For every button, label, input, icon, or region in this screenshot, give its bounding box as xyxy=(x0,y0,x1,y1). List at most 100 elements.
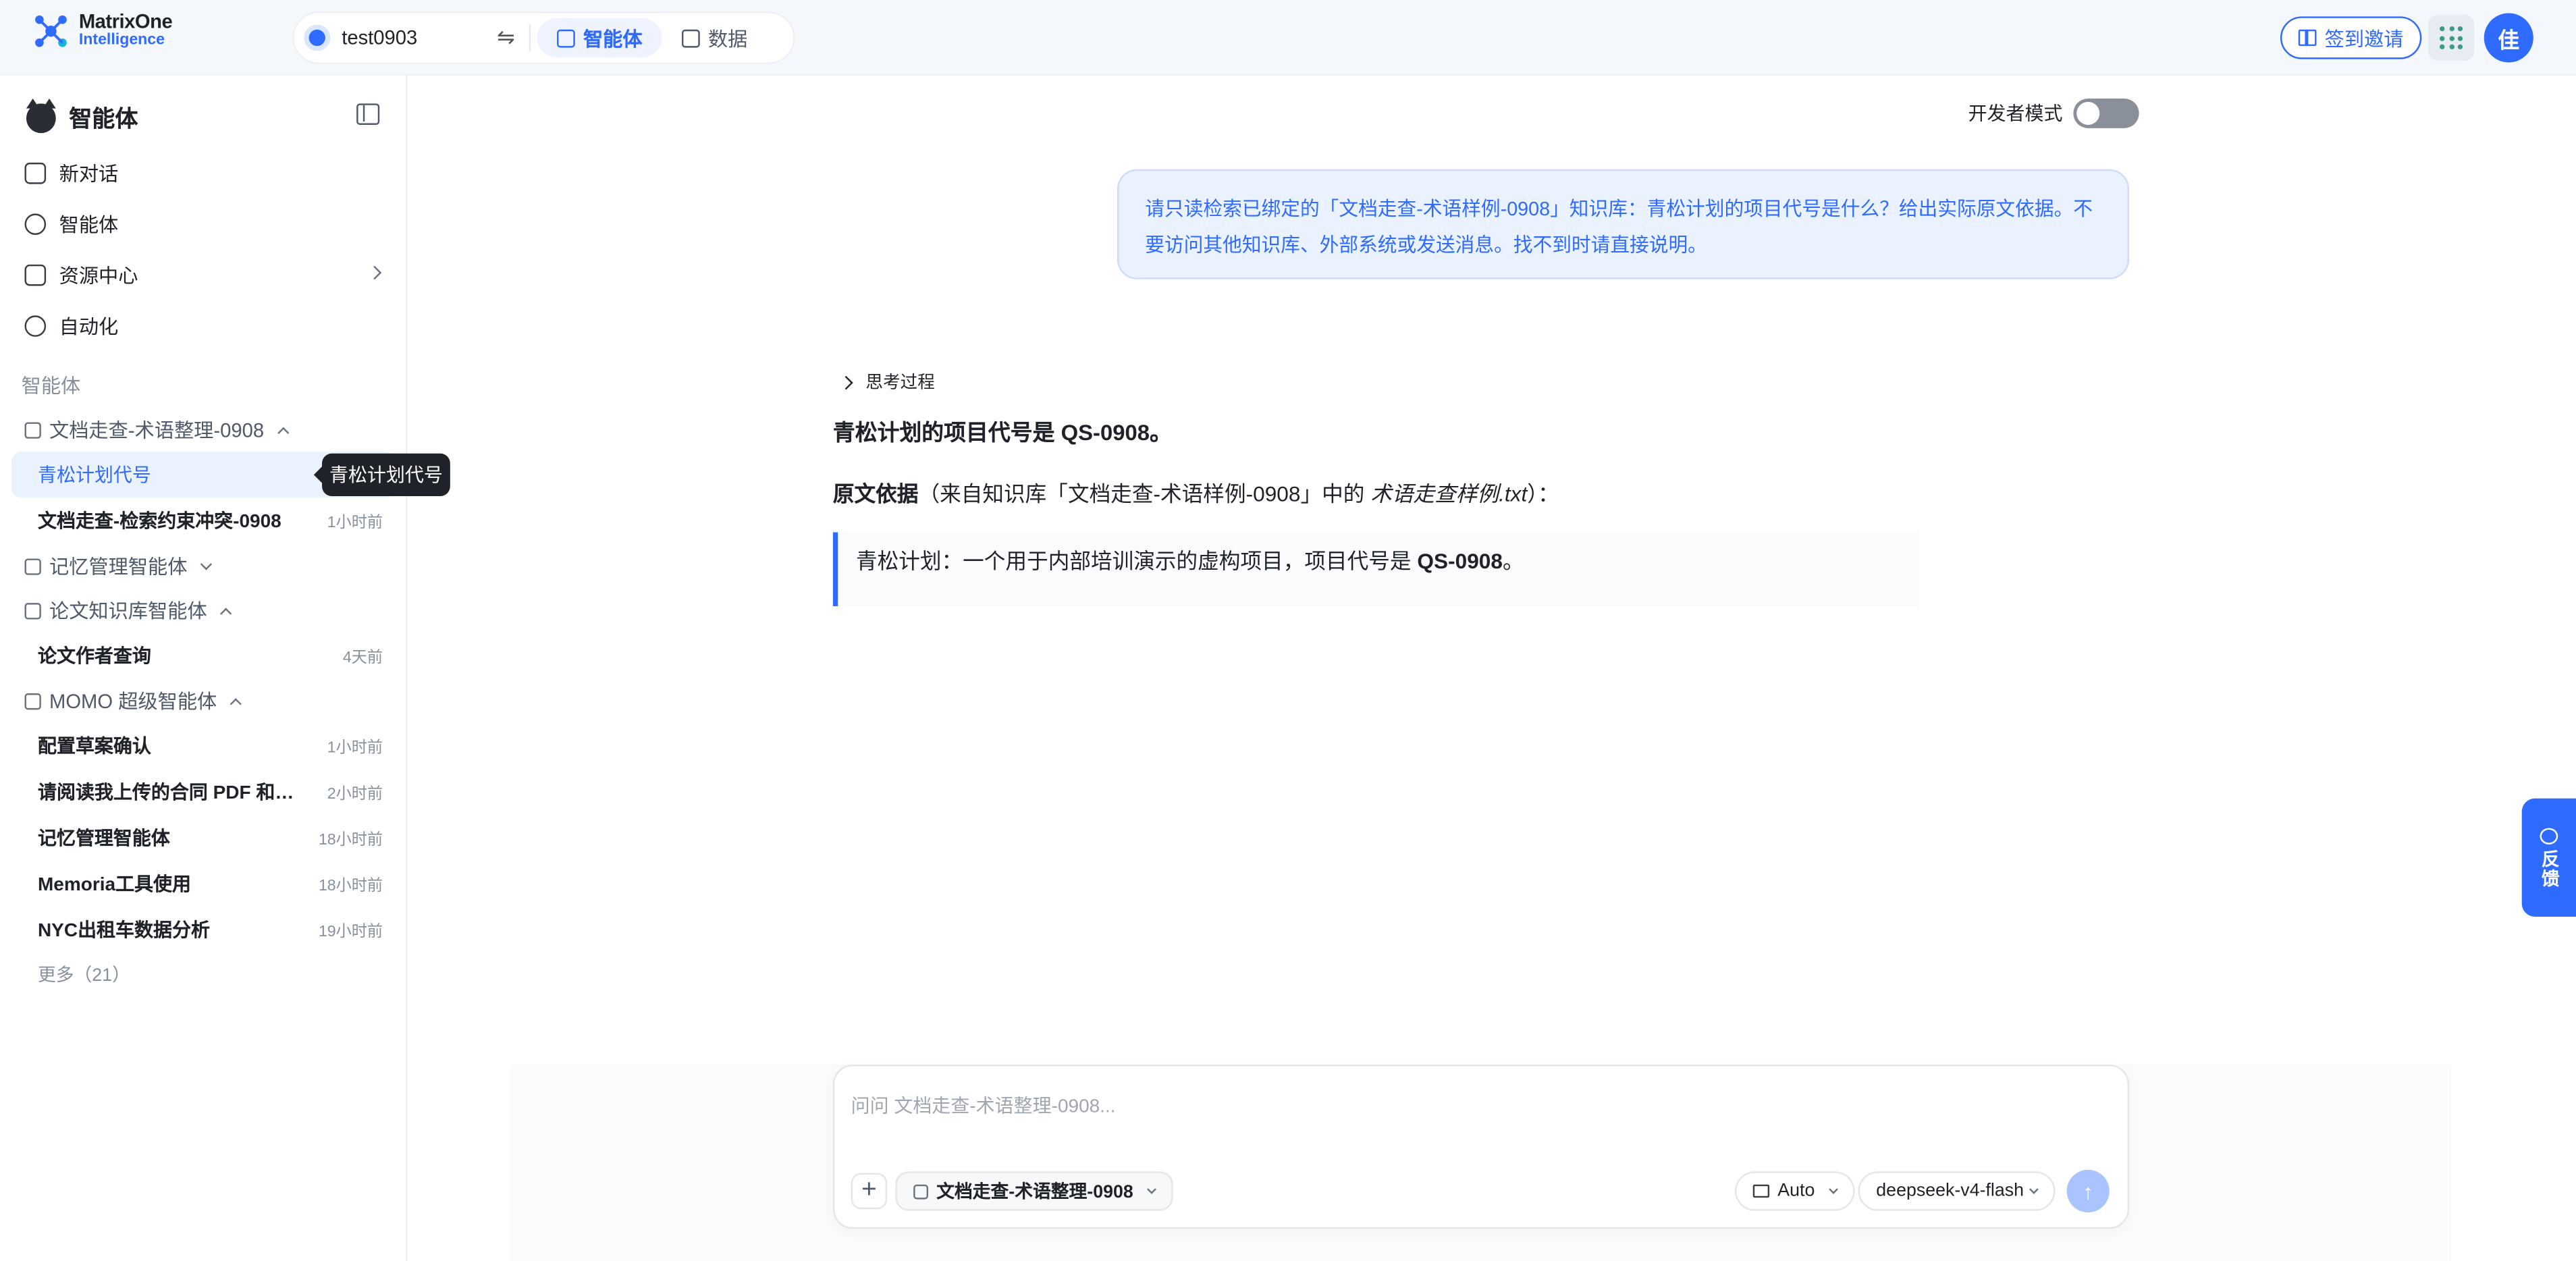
apps-grid-button[interactable] xyxy=(2428,14,2475,61)
thinking-label: 思考过程 xyxy=(865,373,935,393)
logo-text-primary: MatrixOne xyxy=(78,9,173,33)
workspace-switcher: test0903 ⇋ 智能体 数据 xyxy=(292,11,795,64)
chat-bubble-icon xyxy=(2540,827,2558,844)
data-icon xyxy=(682,28,700,47)
developer-mode-label: 开发者模式 xyxy=(1968,105,2063,125)
divider xyxy=(529,24,531,51)
sidebar-item-label: 智能体 xyxy=(59,213,119,237)
conversation-item[interactable]: 配置草案确认 1小时前 xyxy=(0,723,408,769)
sidebar-item-resources[interactable]: 资源中心 xyxy=(0,250,408,300)
agent-group[interactable]: 论文知识库智能体 xyxy=(0,588,408,633)
swap-icon[interactable]: ⇋ xyxy=(489,25,522,51)
developer-mode-toggle[interactable] xyxy=(2072,99,2139,128)
workspace-status-dot xyxy=(308,29,325,47)
logo-text-secondary: Intelligence xyxy=(78,31,165,50)
feedback-button[interactable]: 反馈 xyxy=(2521,798,2576,917)
apps-dot xyxy=(2448,35,2454,41)
chevron-up-icon xyxy=(277,426,289,438)
sidebar-item-agents[interactable]: 智能体 xyxy=(0,198,408,249)
conversation-time: 1小时前 xyxy=(327,739,383,757)
apps-dot xyxy=(2440,44,2445,50)
workspace-name[interactable]: test0903 xyxy=(342,26,489,49)
apps-dot xyxy=(2440,26,2445,32)
apps-dot xyxy=(2457,35,2463,41)
mode-selector[interactable]: Auto xyxy=(1734,1171,1854,1211)
answer-headline: 青松计划的项目代号是 QS-0908。 xyxy=(832,421,1172,446)
send-button[interactable]: ↑ xyxy=(2066,1169,2110,1213)
source-label: 原文依据 xyxy=(832,481,919,506)
conversation-title: 论文作者查询 xyxy=(37,647,151,668)
agent-mascot-icon xyxy=(26,99,56,134)
agent-group[interactable]: 记忆管理智能体 xyxy=(0,544,408,589)
agent-group[interactable]: MOMO 超级智能体 xyxy=(0,678,408,723)
tab-data-label: 数据 xyxy=(707,27,748,51)
agent-group[interactable]: 文档走查-术语整理-0908 xyxy=(0,408,408,452)
conversation-item[interactable]: 记忆管理智能体 18小时前 xyxy=(0,815,408,861)
chevron-down-icon xyxy=(2029,1185,2039,1194)
sidebar-title: 智能体 xyxy=(69,105,138,132)
apps-dot xyxy=(2457,26,2463,32)
sidebar-collapse-icon[interactable] xyxy=(356,103,380,125)
apps-dot xyxy=(2457,44,2463,50)
agent-group-name: MOMO 超级智能体 xyxy=(49,690,217,714)
top-bar: MatrixOne Intelligence test0903 ⇋ 智能体 数据… xyxy=(0,0,2576,76)
conversation-title: 文档走查-检索约束冲突-0908 xyxy=(37,512,281,533)
conversation-item[interactable]: 文档走查-检索约束冲突-0908 1小时前 xyxy=(0,498,408,543)
source-prefix: （来自知识库「文档走查-术语样例-0908」中的 xyxy=(918,481,1371,506)
invite-button[interactable]: 签到邀请 xyxy=(2280,16,2422,59)
message-input[interactable]: 问问 文档走查-术语整理-0908... xyxy=(851,1092,1116,1119)
logo[interactable]: MatrixOne Intelligence xyxy=(33,9,173,50)
tab-data[interactable]: 数据 xyxy=(662,18,768,57)
logo-icon xyxy=(35,15,67,47)
robot-icon xyxy=(24,213,47,236)
model-selector[interactable]: deepseek-v4-flash xyxy=(1858,1171,2056,1211)
model-selector-label: deepseek-v4-flash xyxy=(1876,1181,2024,1202)
user-message: 请只读检索已绑定的「文档走查-术语样例-0908」知识库：青松计划的项目代号是什… xyxy=(1117,169,2130,279)
agent-group-name: 记忆管理智能体 xyxy=(49,555,188,579)
sidebar-item-new-chat[interactable]: 新对话 xyxy=(0,148,408,198)
conversation-item[interactable]: NYC出租车数据分析 19小时前 xyxy=(0,907,408,953)
sidebar-item-label: 新对话 xyxy=(59,162,119,186)
gift-icon xyxy=(2298,29,2317,47)
tab-agents-label: 智能体 xyxy=(583,27,643,51)
agent-icon xyxy=(24,558,41,574)
agent-icon xyxy=(557,28,575,47)
agent-icon xyxy=(24,692,41,709)
conversation-time: 18小时前 xyxy=(318,831,383,850)
sidebar-header: 智能体 xyxy=(26,99,138,135)
avatar[interactable]: 佳 xyxy=(2484,13,2533,63)
quote-code: QS-0908 xyxy=(1417,548,1503,574)
thinking-toggle[interactable]: 思考过程 xyxy=(839,370,935,395)
conversation-title: 请阅读我上传的合同 PDF 和审... xyxy=(37,783,304,804)
chevron-right-icon xyxy=(367,265,382,280)
conversation-time: 19小时前 xyxy=(318,923,383,942)
chevron-up-icon xyxy=(230,697,242,709)
developer-mode: 开发者模式 xyxy=(1968,99,2139,128)
conversation-item[interactable]: 论文作者查询 4天前 xyxy=(0,633,408,678)
attach-button[interactable]: + xyxy=(851,1173,888,1210)
agent-icon xyxy=(913,1183,929,1199)
agent-selector-label: 文档走查-术语整理-0908 xyxy=(936,1183,1133,1203)
conversation-item[interactable]: 请阅读我上传的合同 PDF 和审... 2小时前 xyxy=(0,769,408,815)
agent-group-name: 文档走查-术语整理-0908 xyxy=(49,419,265,442)
feedback-label: 反馈 xyxy=(2539,849,2559,888)
tab-agents[interactable]: 智能体 xyxy=(537,18,662,58)
sidebar-item-automation[interactable]: 自动化 xyxy=(0,300,408,351)
tooltip: 青松计划代号 xyxy=(313,453,450,496)
conversation-title: 配置草案确认 xyxy=(37,737,151,757)
apps-dot xyxy=(2448,44,2454,50)
agent-group-name: 论文知识库智能体 xyxy=(49,599,207,623)
message-composer[interactable]: 问问 文档走查-术语整理-0908... + 文档走查-术语整理-0908 Au… xyxy=(832,1065,2130,1229)
more-conversations-link[interactable]: 更多（21） xyxy=(0,953,408,996)
sidebar-item-label: 资源中心 xyxy=(59,264,138,288)
agent-icon xyxy=(24,421,41,438)
conversation-item[interactable]: Memoria工具使用 18小时前 xyxy=(0,861,408,907)
agent-selector[interactable]: 文档走查-术语整理-0908 xyxy=(895,1171,1173,1211)
chevron-down-icon xyxy=(1828,1185,1838,1194)
answer-source: 原文依据（来自知识库「文档走查-术语样例-0908」中的 术语走查样例.txt）… xyxy=(833,477,1559,508)
invite-button-label: 签到邀请 xyxy=(2324,27,2404,51)
chevron-down-icon xyxy=(1146,1185,1156,1194)
chevron-down-icon xyxy=(200,558,213,570)
apps-dot xyxy=(2448,26,2454,32)
quote-text: 青松计划：一个用于内部培训演示的虚构项目，项目代号是 xyxy=(855,548,1418,574)
